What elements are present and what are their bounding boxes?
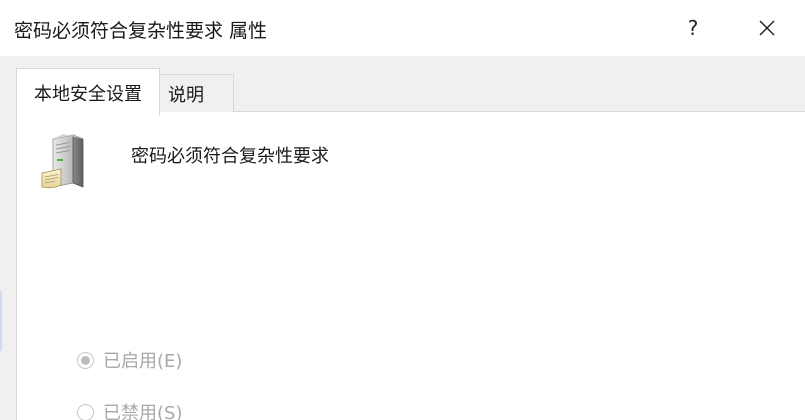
- window-title: 密码必须符合复杂性要求 属性: [14, 20, 268, 42]
- enabled-label: 已启用(E): [103, 351, 183, 372]
- tab-explain[interactable]: 说明: [159, 74, 234, 112]
- close-icon: [759, 20, 775, 36]
- policy-name: 密码必须符合复杂性要求: [131, 146, 329, 167]
- dialog-client-area: 本地安全设置 说明 密码必须符合复杂性要求 已启用(E) 已禁用(S): [0, 56, 805, 420]
- properties-dialog: 密码必须符合复杂性要求 属性 ? 本地安全设置 说明 密码必须符合复杂性要求 已…: [0, 0, 805, 420]
- title-bar: 密码必须符合复杂性要求 属性 ?: [0, 0, 805, 56]
- enabled-option[interactable]: 已启用(E): [77, 347, 182, 373]
- disabled-radio[interactable]: [77, 403, 94, 420]
- server-policy-icon: [41, 134, 84, 189]
- enabled-radio[interactable]: [77, 351, 94, 369]
- window-edge-marker: [0, 291, 2, 351]
- tab-local-security-setting[interactable]: 本地安全设置: [16, 68, 160, 116]
- disabled-option[interactable]: 已禁用(S): [77, 399, 182, 420]
- tab-panel: 密码必须符合复杂性要求 已启用(E) 已禁用(S): [16, 111, 805, 420]
- help-button[interactable]: ?: [670, 0, 716, 56]
- disabled-label: 已禁用(S): [103, 403, 183, 420]
- close-button[interactable]: [744, 0, 790, 56]
